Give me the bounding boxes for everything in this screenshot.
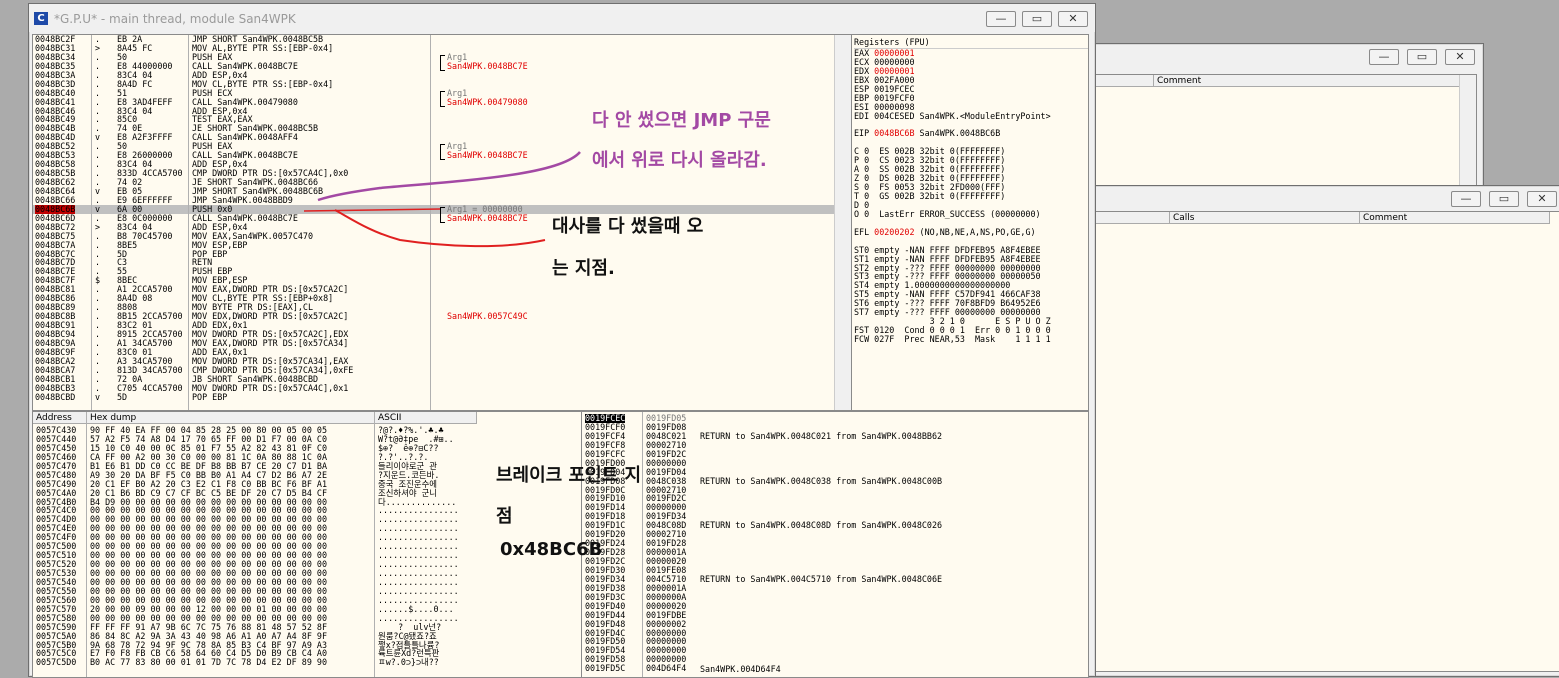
bg1-scrollbar[interactable]	[1459, 75, 1476, 199]
dump-ascii-column[interactable]: ?@?.♦?%.'.♣.♣ W?t@Ə‡pe .#⊞.. $⊕? ê⊕?⊟C???.…	[378, 426, 459, 667]
disasm-hex: 5D	[117, 391, 128, 402]
app-icon: C	[34, 12, 48, 25]
disasm-comment: San4WPK.0048BC7E	[447, 150, 528, 161]
disasm-address: 0048BCBD	[35, 391, 76, 402]
register-line[interactable]: EDI 004CESED San4WPK.<ModuleEntryPoint>	[854, 111, 1051, 121]
register-line[interactable]: EIP 0048BC6B San4WPK.0048BC6B	[854, 129, 1051, 138]
maximize-button[interactable]: ▭	[1022, 11, 1052, 27]
stack-comment: San4WPK.004D64F4	[700, 663, 781, 674]
disasm-instruction: POP EBP	[192, 248, 228, 259]
bg2-col-comment[interactable]: Comment	[1360, 212, 1550, 224]
dump-address-column[interactable]: 0057C430 0057C440 0057C450 0057C460 0057C470…	[36, 426, 76, 667]
bg2-close-button[interactable]: ✕	[1527, 191, 1557, 207]
bg1-close-button[interactable]: ✕	[1445, 49, 1475, 65]
register-line[interactable]: EFL 00200202 (NO,NB,NE,A,NS,PO,GE,G)	[854, 227, 1051, 237]
disasm-hex-column[interactable]: EB 2A 8A45 FC 50 E8 44000000 83C4 04 8A4D FC 5…	[117, 35, 183, 401]
annotation-bp-address: 0x48BC6B	[500, 539, 603, 560]
dump-header-hex[interactable]: Hex dump	[87, 412, 375, 424]
dump-ascii-row: ㅍw?.0⊃}⊃내??	[378, 657, 439, 668]
stack-pane[interactable]: 0019FCEC 0019FCF0 0019FCF4 0019FCF8 0019FCFC…	[581, 411, 1089, 678]
disasm-comment-bracket	[440, 54, 445, 71]
disassembly-pane[interactable]: 0048BC2F 0048BC31 0048BC34 0048BC35 0048BC3A…	[32, 34, 852, 411]
stack-comment: RETURN to San4WPK.004C5710 from San4WPK.…	[700, 574, 943, 585]
bg1-list-pane: Comment	[1091, 74, 1477, 200]
annotation-red-line2: 는 지점.	[552, 258, 615, 279]
stack-comment: RETURN to San4WPK.0048C038 from San4WPK.…	[700, 475, 943, 486]
disasm-comment: San4WPK.00479080	[447, 96, 528, 107]
disasm-comment: San4WPK.0048BC7E	[447, 60, 528, 71]
bg2-col-blank	[1092, 212, 1170, 224]
annotation-red-line1: 대사를 다 썼을때 오	[552, 216, 704, 237]
register-line[interactable]: T 0 GS 002B 32bit 0(FFFFFFFF)	[854, 192, 1051, 201]
bg2-list-pane: Calls Comment	[1091, 211, 1559, 672]
stack-divider-1	[642, 412, 643, 677]
dump-hex-row: B0 AC 77 83 80 00 01 01 7D 7C 78 D4 E2 D…	[90, 657, 327, 668]
registers-pane[interactable]: Registers (FPU) EAX 00000001 ECX 00000000…	[851, 34, 1089, 411]
disasm-comment-bracket	[440, 90, 445, 107]
annotation-bp-line1: 브레이크 포인트 지	[496, 465, 642, 486]
dump-header-ascii[interactable]: ASCII	[375, 412, 477, 424]
bg1-minimize-button[interactable]: —	[1369, 49, 1399, 65]
disasm-comment-bracket	[440, 207, 445, 223]
register-line[interactable]: O 0 LastErr ERROR_SUCCESS (00000000)	[854, 209, 1051, 219]
dump-divider-2	[374, 412, 375, 677]
disasm-divider-3	[430, 35, 431, 410]
disasm-address-column[interactable]: 0048BC2F 0048BC31 0048BC34 0048BC35 0048BC3A…	[35, 35, 76, 402]
window-title: *G.P.U* - main thread, module San4WPK	[54, 12, 296, 26]
disasm-comment: San4WPK.0057C49C	[447, 311, 528, 322]
bg1-maximize-button[interactable]: ▭	[1407, 49, 1437, 65]
disasm-instruction-column[interactable]: JMP SHORT San4WPK.0048BC5B MOV AL,BYTE PT…	[192, 35, 353, 401]
dump-address: 0057C5D0	[36, 657, 77, 668]
bg1-col-blank	[1092, 75, 1154, 87]
disasm-comment-bracket	[440, 144, 445, 161]
annotation-bp-line2: 점	[496, 506, 513, 527]
bg2-minimize-button[interactable]: —	[1451, 191, 1481, 207]
stack-address: 0019FD5C	[585, 663, 626, 674]
disasm-divider-1	[91, 35, 92, 410]
background-window-1: — ▭ ✕ Comment	[1086, 43, 1484, 205]
stack-comment: RETURN to San4WPK.0048C021 from San4WPK.…	[700, 430, 943, 441]
bg1-col-comment[interactable]: Comment	[1154, 75, 1460, 87]
annotation-purple-line1: 다 안 썼으면 JMP 구문	[592, 110, 771, 131]
dump-divider-1	[86, 412, 87, 677]
close-button[interactable]: ✕	[1058, 11, 1088, 27]
stack-value: 004D64F4	[646, 663, 687, 674]
disasm-jump-marks: . >......... v..... v. v. >..... $............…	[95, 35, 100, 401]
minimize-button[interactable]: —	[986, 11, 1016, 27]
annotation-purple-line2: 에서 위로 다시 올라감.	[592, 150, 767, 171]
register-line[interactable]: FCW 027F Prec NEAR,53 Mask 1 1 1 1	[854, 335, 1051, 344]
disasm-scrollbar[interactable]	[834, 35, 851, 410]
background-window-2: — ▭ ✕ Calls Comment	[1086, 185, 1559, 677]
disasm-divider-2	[188, 35, 189, 410]
stack-comment: RETURN to San4WPK.0048C08D from San4WPK.…	[700, 520, 943, 531]
dump-hex-column[interactable]: 90 FF 40 EA FF 00 04 85 28 25 00 80 00 0…	[90, 426, 327, 667]
disasm-mark: v	[95, 391, 101, 402]
bg2-maximize-button[interactable]: ▭	[1489, 191, 1519, 207]
main-window: C *G.P.U* - main thread, module San4WPK …	[28, 3, 1096, 678]
disasm-instruction: POP EBP	[192, 391, 228, 402]
disasm-comment: San4WPK.0048BC7E	[447, 213, 528, 223]
title-bar[interactable]: C *G.P.U* - main thread, module San4WPK …	[29, 4, 1095, 32]
dump-header-address[interactable]: Address	[33, 412, 87, 424]
register-values[interactable]: EAX 00000001 ECX 00000000 EDX 00000001 EBX …	[854, 49, 1051, 344]
stack-value-column[interactable]: 0019FD05 0019FD08 0048C021 00002710 0019FD2C…	[646, 414, 686, 673]
bg2-col-calls[interactable]: Calls	[1170, 212, 1360, 224]
